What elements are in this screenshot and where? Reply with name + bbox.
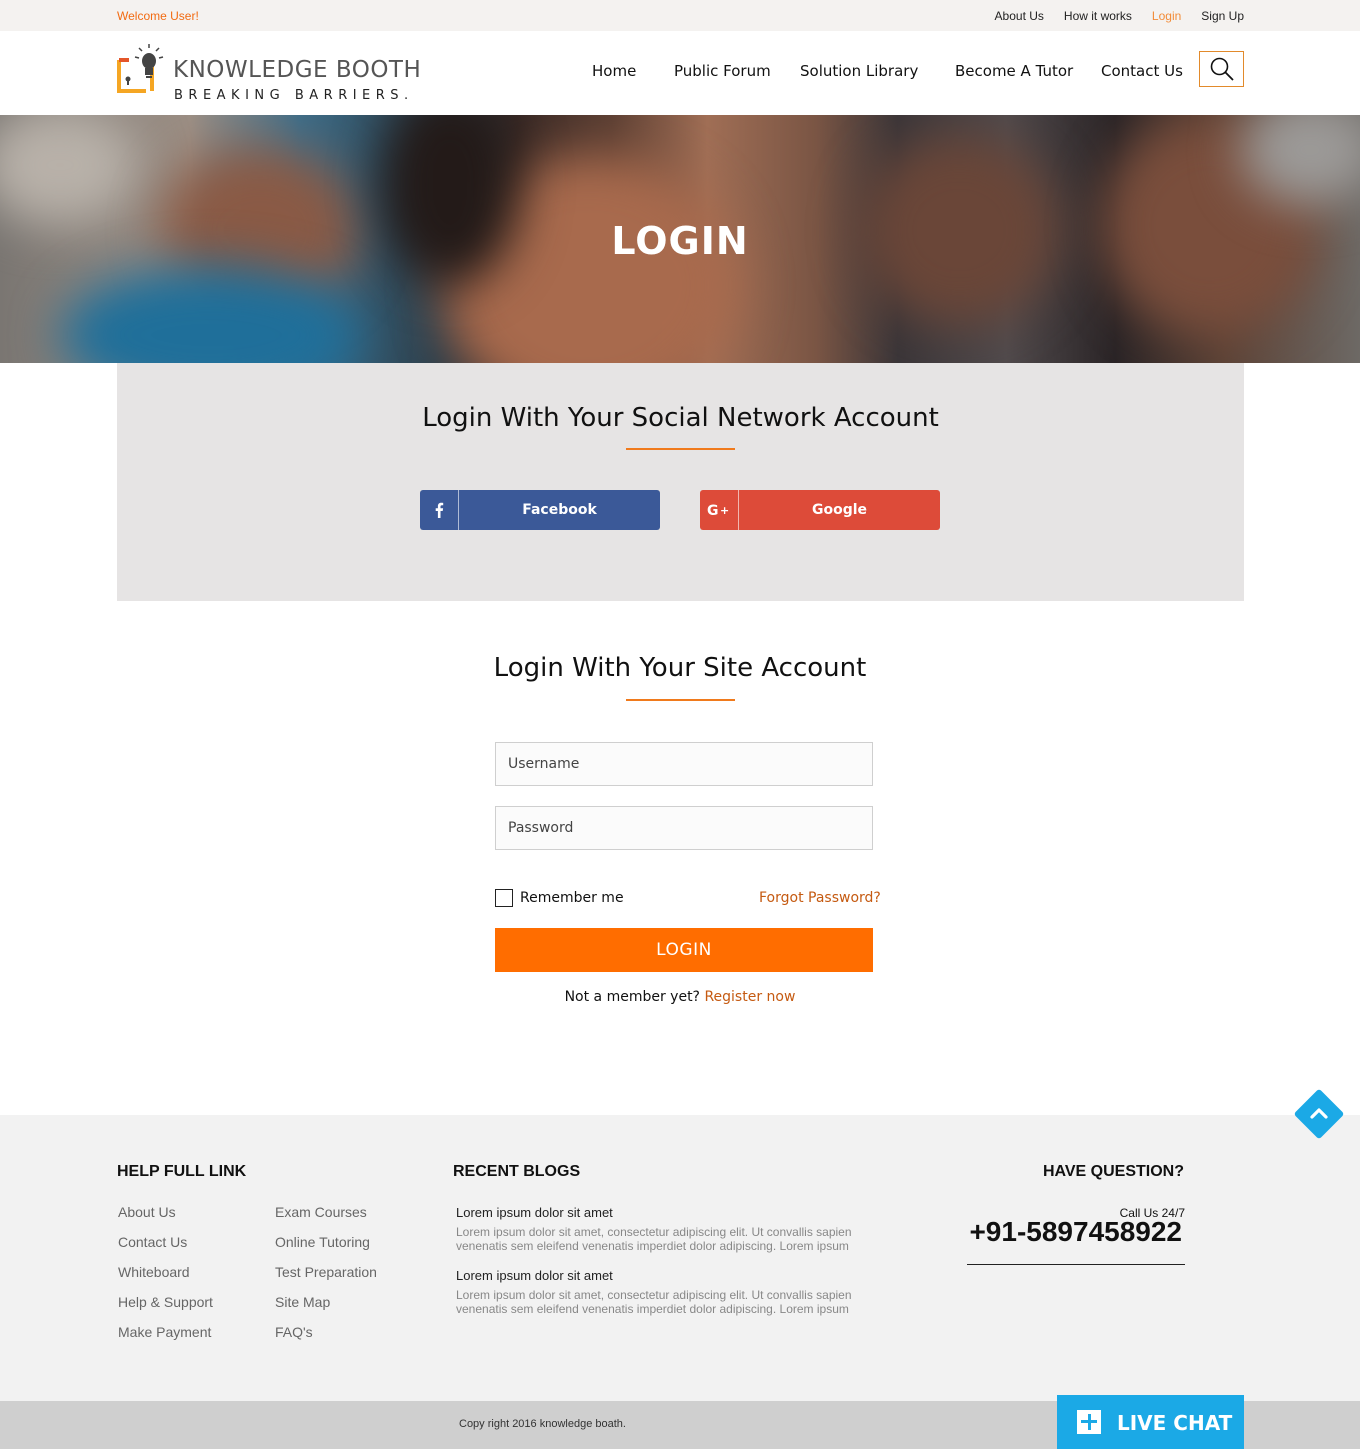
svg-text:+: +	[720, 504, 729, 517]
google-label: Google	[811, 502, 868, 518]
blog-title[interactable]: Lorem ipsum dolor sit amet	[456, 1205, 613, 1220]
nav-public-forum[interactable]: Public Forum	[674, 62, 771, 80]
welcome-text: Welcome User!	[117, 9, 199, 23]
top-link-about-us[interactable]: About Us	[995, 9, 1044, 23]
footer-link-site-map[interactable]: Site Map	[275, 1294, 330, 1310]
social-heading-underline	[626, 448, 735, 450]
main-nav: Home Public Forum Solution Library Becom…	[0, 62, 1360, 82]
footer-link-whiteboard[interactable]: Whiteboard	[118, 1264, 190, 1280]
brand-tagline: BREAKING BARRIERS.	[174, 88, 414, 103]
nav-home[interactable]: Home	[592, 62, 636, 80]
blog-excerpt: Lorem ipsum dolor sit amet, consectetur …	[456, 1288, 852, 1316]
social-login-panel: Login With Your Social Network Account F…	[117, 363, 1244, 601]
footer-link-about-us[interactable]: About Us	[118, 1204, 176, 1220]
live-chat-label: LIVE CHAT	[1117, 1411, 1233, 1435]
footer-link-exam-courses[interactable]: Exam Courses	[275, 1204, 367, 1220]
live-chat-button[interactable]: LIVE CHAT	[1057, 1395, 1244, 1449]
password-input[interactable]	[495, 806, 873, 850]
facebook-label: Facebook	[522, 502, 597, 518]
username-input[interactable]	[495, 742, 873, 786]
search-button[interactable]	[1199, 51, 1244, 87]
search-icon	[1210, 57, 1234, 81]
footer-link-faqs[interactable]: FAQ's	[275, 1324, 313, 1340]
nav-contact-us[interactable]: Contact Us	[1101, 62, 1183, 80]
hero-title: LOGIN	[611, 219, 749, 263]
forgot-password-link[interactable]: Forgot Password?	[759, 890, 881, 906]
site-header: KNOWLEDGE BOOTH BREAKING BARRIERS. Home …	[0, 31, 1360, 115]
help-links-heading: HELP FULL LINK	[117, 1163, 247, 1180]
top-links: About Us How it works Login Sign Up	[995, 9, 1244, 23]
blog-excerpt: Lorem ipsum dolor sit amet, consectetur …	[456, 1225, 852, 1253]
recent-blogs-heading: RECENT BLOGS	[453, 1163, 581, 1180]
checkbox-box[interactable]	[495, 889, 513, 907]
login-button[interactable]: LOGIN	[495, 928, 873, 972]
not-member-text: Not a member yet?	[564, 989, 700, 1005]
top-link-login[interactable]: Login	[1152, 9, 1181, 23]
google-plus-icon: G +	[700, 490, 739, 530]
have-question-heading: HAVE QUESTION?	[1042, 1163, 1184, 1180]
site-heading-underline	[626, 699, 735, 701]
footer-link-help-support[interactable]: Help & Support	[118, 1294, 213, 1310]
top-link-how-it-works[interactable]: How it works	[1064, 9, 1132, 23]
facebook-icon	[420, 490, 459, 530]
remember-me-checkbox[interactable]: Remember me	[495, 889, 624, 907]
nav-solution-library[interactable]: Solution Library	[800, 62, 918, 80]
not-member-line: Not a member yet? Register now	[0, 989, 1360, 1005]
facebook-login-button[interactable]: Facebook	[420, 490, 660, 530]
blog-title[interactable]: Lorem ipsum dolor sit amet	[456, 1268, 613, 1283]
footer-link-test-preparation[interactable]: Test Preparation	[275, 1264, 377, 1280]
chevron-up-icon	[1310, 1108, 1328, 1119]
phone-divider	[967, 1264, 1185, 1265]
hero-banner: LOGIN	[0, 115, 1360, 363]
footer-link-make-payment[interactable]: Make Payment	[118, 1324, 211, 1340]
top-link-sign-up[interactable]: Sign Up	[1201, 9, 1244, 23]
nav-become-a-tutor[interactable]: Become A Tutor	[955, 62, 1073, 80]
site-login-heading: Login With Your Site Account	[493, 653, 867, 683]
top-bar: Welcome User! About Us How it works Logi…	[0, 0, 1360, 31]
plus-icon	[1077, 1410, 1101, 1434]
register-link[interactable]: Register now	[704, 989, 795, 1005]
copyright-text: Copy right 2016 knowledge boath.	[459, 1418, 626, 1430]
footer	[0, 1115, 1360, 1401]
google-login-button[interactable]: G + Google	[700, 490, 940, 530]
footer-link-online-tutoring[interactable]: Online Tutoring	[275, 1234, 370, 1250]
phone-number[interactable]: +91-5897458922	[969, 1216, 1182, 1248]
social-login-heading: Login With Your Social Network Account	[422, 403, 939, 433]
footer-link-contact-us[interactable]: Contact Us	[118, 1234, 187, 1250]
svg-text:G: G	[707, 503, 719, 517]
remember-me-label: Remember me	[520, 890, 624, 906]
